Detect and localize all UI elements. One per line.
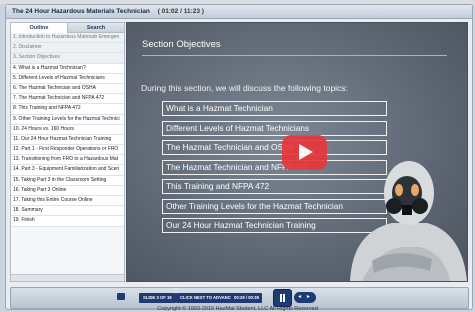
- title-divider: [142, 55, 447, 56]
- outline-item[interactable]: 1. Introduction to Hazardous Materials E…: [11, 33, 124, 44]
- tab-search[interactable]: Search: [67, 23, 124, 33]
- outline-item[interactable]: 17. Taking this Entire Course Online: [11, 196, 124, 207]
- outline-item[interactable]: 5. Different Levels of Hazmat Technician…: [11, 73, 124, 84]
- topic-item: Different Levels of Hazmat Technicians: [162, 120, 387, 136]
- tab-outline[interactable]: Outline: [11, 23, 67, 33]
- outline-item[interactable]: 7. The Hazmat Technician and NFPA 472: [11, 94, 124, 105]
- outline-item[interactable]: 18. Summary: [11, 206, 124, 217]
- outline-item[interactable]: 6. The Hazmat Technician and OSHA: [11, 83, 124, 95]
- slide-title: Section Objectives: [142, 39, 221, 50]
- outline-item[interactable]: 11. Our 24 Hour Hazmat Technician Traini…: [11, 134, 124, 146]
- outline-sidebar: Outline Search 1. Introduction to Hazard…: [10, 22, 125, 282]
- outline-item[interactable]: 14. Part 3 - Equipment Familiarization a…: [11, 165, 124, 176]
- sidebar-tabs: Outline Search: [11, 23, 124, 33]
- outline-list: 1. Introduction to Hazardous Materials E…: [11, 33, 124, 227]
- slide-time: 00:29 / 00:39: [231, 293, 262, 303]
- outline-item[interactable]: 19. Finish: [11, 216, 124, 227]
- slide-intro: During this section, we will discuss the…: [141, 83, 348, 93]
- outline-item[interactable]: 10. 24 Hours vs. 160 Hours: [11, 124, 124, 135]
- outline-item[interactable]: 13. Transitioning from FRO to a Hazardou…: [11, 155, 124, 166]
- course-title: The 24 Hour Hazardous Materials Technici…: [12, 8, 150, 15]
- outline-item[interactable]: 9. Other Training Levels for the Hazmat …: [11, 114, 124, 125]
- outline-item[interactable]: 8. This Training and NFPA 472: [11, 104, 124, 115]
- outline-item-current[interactable]: 3. Section Objectives: [11, 53, 124, 64]
- volume-icon[interactable]: [117, 293, 125, 300]
- outline-item[interactable]: 12. Part 1 - First Responder Operations …: [11, 145, 124, 156]
- outline-item[interactable]: 4. What is a Hazmat Technician?: [11, 63, 124, 74]
- elapsed-timer: ( 01:02 / 11:23 ): [157, 8, 204, 15]
- advance-hint: CLICK NEXT TO ADVANCE: [176, 293, 238, 303]
- prev-next-button[interactable]: ◂ ▸: [294, 292, 316, 303]
- hazmat-suit-figure-icon: [350, 161, 467, 281]
- sidebar-footer: [11, 274, 124, 281]
- topic-item: What is a Hazmat Technician: [162, 101, 387, 116]
- outline-item[interactable]: 16. Taking Part 3 Online: [11, 185, 124, 196]
- outline-item[interactable]: 2. Disclaimer: [11, 43, 124, 54]
- player-title-bar: The 24 Hour Hazardous Materials Technici…: [6, 5, 472, 19]
- slide-counter: SLIDE 3 OF 19: [139, 293, 176, 303]
- outline-item[interactable]: 15. Taking Part 3 in the Classroom Setti…: [11, 175, 124, 186]
- copyright-notice: Copyright © 1993-2015 HazMat Student, LL…: [157, 306, 318, 312]
- slide-stage: Section Objectives During this section, …: [126, 22, 468, 282]
- pause-button[interactable]: [273, 289, 292, 307]
- video-play-icon[interactable]: [282, 135, 327, 170]
- course-player-window: The 24 Hour Hazardous Materials Technici…: [5, 4, 473, 310]
